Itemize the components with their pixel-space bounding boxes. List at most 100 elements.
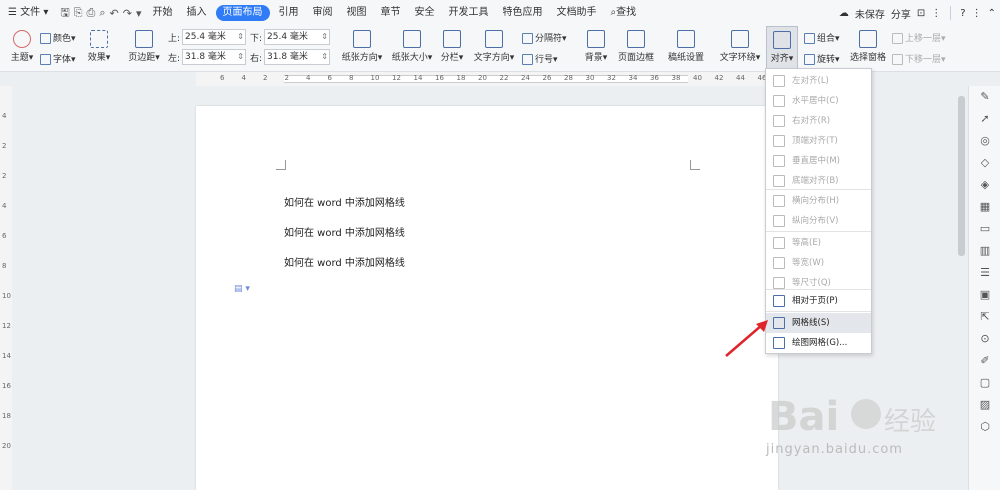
- search-button[interactable]: ⌕查找: [604, 0, 644, 26]
- more-icon[interactable]: ⋮: [931, 8, 941, 19]
- right-margin-label: 右:: [250, 54, 263, 64]
- export-side-icon[interactable]: ⇱: [969, 306, 1000, 328]
- background-label: 背景: [584, 53, 603, 63]
- ruler-label: 8: [2, 262, 7, 270]
- selection-pane-button[interactable]: 选择窗格: [848, 26, 888, 63]
- shield-icon[interactable]: ⬡: [969, 416, 1000, 438]
- chart-icon[interactable]: ▥: [969, 240, 1000, 262]
- unsaved-status[interactable]: 未保存: [855, 6, 885, 21]
- wrap-text-button[interactable]: 文字环绕▾: [716, 26, 764, 63]
- align-menu-item[interactable]: 纵向分布(V): [766, 211, 871, 231]
- doc-paragraph[interactable]: 如何在 word 中添加网格线: [284, 194, 405, 209]
- align-menu-item[interactable]: 底端对齐(B): [766, 171, 871, 191]
- export-icon[interactable]: ⎘: [74, 6, 83, 20]
- align-menu-item[interactable]: 等宽(W): [766, 253, 871, 273]
- group-button[interactable]: 组合▾: [804, 31, 840, 44]
- paragraph-layout-icon[interactable]: ▤ ▾: [234, 284, 250, 294]
- left-margin-input[interactable]: 31.8 毫米: [182, 49, 246, 65]
- table-icon[interactable]: ▦: [969, 196, 1000, 218]
- share-button[interactable]: 分享: [891, 6, 911, 21]
- group-label: 组合: [817, 34, 836, 44]
- manuscript-button[interactable]: 稿纸设置: [664, 26, 708, 63]
- cloud-icon[interactable]: ☁: [839, 8, 849, 19]
- line-numbers-button[interactable]: 行号▾: [522, 52, 558, 65]
- wrap-text-label: 文字环绕: [719, 53, 756, 63]
- align-menu-item[interactable]: 横向分布(H): [766, 191, 871, 211]
- archive-icon[interactable]: ▢: [969, 372, 1000, 394]
- tab-home[interactable]: 开始: [146, 0, 180, 26]
- margins-button[interactable]: 页边距▾: [126, 26, 162, 63]
- columns-button[interactable]: 分栏▾: [438, 26, 466, 63]
- dropdown-icon[interactable]: ▾: [136, 7, 142, 20]
- align-menu-item[interactable]: 水平居中(C): [766, 91, 871, 111]
- text-direction-label: 文字方向: [473, 53, 510, 63]
- doc-paragraph[interactable]: 如何在 word 中添加网格线: [284, 254, 405, 269]
- file-menu[interactable]: ☰ 文件 ▾: [0, 0, 56, 26]
- align-menu-item[interactable]: 绘图网格(G)...: [766, 333, 871, 353]
- align-menu-item[interactable]: 等尺寸(Q): [766, 273, 871, 293]
- ruler-label: 2: [284, 74, 289, 82]
- more-options-icon[interactable]: ⋮: [972, 8, 982, 19]
- tab-page-layout[interactable]: 页面布局: [215, 5, 270, 21]
- shapes-icon[interactable]: ◇: [969, 152, 1000, 174]
- rotate-button[interactable]: 旋转▾: [804, 52, 840, 65]
- align-menu-item[interactable]: 顶端对齐(T): [766, 131, 871, 151]
- select-icon[interactable]: ➚: [969, 108, 1000, 130]
- document-page[interactable]: 如何在 word 中添加网格线 如何在 word 中添加网格线 如何在 word…: [196, 106, 778, 490]
- tab-developer[interactable]: 开发工具: [442, 0, 496, 26]
- background-button[interactable]: 背景▾: [582, 26, 610, 63]
- align-menu-item[interactable]: 相对于页(P): [766, 291, 871, 311]
- save-icon[interactable]: 🖫: [60, 4, 69, 23]
- send-backward-button[interactable]: 下移一层▾: [892, 52, 946, 65]
- layers-icon[interactable]: ▭: [969, 218, 1000, 240]
- redo-icon[interactable]: ↷: [123, 7, 132, 20]
- tab-review[interactable]: 审阅: [306, 0, 340, 26]
- preview-icon[interactable]: ⌕: [99, 6, 105, 20]
- location-icon[interactable]: ◎: [969, 130, 1000, 152]
- bring-forward-button[interactable]: 上移一层▾: [892, 31, 946, 44]
- scrollbar-thumb[interactable]: [958, 96, 965, 256]
- collapse-ribbon-icon[interactable]: ⌃: [988, 8, 996, 19]
- image-icon[interactable]: ▨: [969, 394, 1000, 416]
- style-icon[interactable]: ✎: [969, 86, 1000, 108]
- align-menu-item[interactable]: 网格线(S): [766, 313, 871, 333]
- tab-chapter[interactable]: 章节: [374, 0, 408, 26]
- align-menu-item[interactable]: 右对齐(R): [766, 111, 871, 131]
- effects-button[interactable]: 效果▾: [84, 26, 114, 63]
- settings-icon[interactable]: ☰: [969, 262, 1000, 284]
- fonts-button[interactable]: 字体▾: [40, 52, 76, 65]
- tab-references[interactable]: 引用: [272, 0, 306, 26]
- print-icon[interactable]: ⎙: [87, 6, 96, 20]
- text-direction-button[interactable]: 文字方向▾: [470, 26, 518, 63]
- lock-icon[interactable]: ⊙: [969, 328, 1000, 350]
- tab-insert[interactable]: 插入: [180, 0, 214, 26]
- collapse-icon[interactable]: ⊡: [917, 8, 925, 19]
- tab-security[interactable]: 安全: [408, 0, 442, 26]
- align-button[interactable]: 对齐▾: [766, 26, 798, 70]
- document-icon[interactable]: ▣: [969, 284, 1000, 306]
- orientation-button[interactable]: 纸张方向▾: [338, 26, 386, 63]
- tab-doc-assistant[interactable]: 文档助手: [550, 0, 604, 26]
- align-menu-item[interactable]: 垂直居中(M): [766, 151, 871, 171]
- doc-paragraph[interactable]: 如何在 word 中添加网格线: [284, 224, 405, 239]
- tab-special[interactable]: 特色应用: [496, 0, 550, 26]
- page-border-button[interactable]: 页面边框: [614, 26, 658, 63]
- margin-corner-top-left: [276, 160, 286, 170]
- vertical-ruler[interactable]: 4 2 2 4 6 8 10 12 14 16 18 20: [0, 86, 12, 490]
- vertical-scrollbar[interactable]: [956, 86, 968, 490]
- colors-button[interactable]: 颜色▾: [40, 31, 76, 44]
- theme-button[interactable]: 主题▾: [6, 26, 38, 63]
- right-margin-input[interactable]: 31.8 毫米: [264, 49, 330, 65]
- tab-view[interactable]: 视图: [340, 0, 374, 26]
- edit-icon[interactable]: ✐: [969, 350, 1000, 372]
- bottom-margin-input[interactable]: 25.4 毫米: [264, 29, 330, 45]
- page-size-button[interactable]: 纸张大小▾: [388, 26, 436, 63]
- breaks-button[interactable]: 分隔符▾: [522, 31, 567, 44]
- property-icon[interactable]: ◈: [969, 174, 1000, 196]
- help-icon[interactable]: ?: [960, 8, 965, 19]
- horizontal-ruler[interactable]: 6 4 2 2 4 6 8 10 12 14 16 18 20 22 24 26 28 30 32 34 36 38 40 4…: [196, 72, 776, 86]
- align-menu-item[interactable]: 等高(E): [766, 233, 871, 253]
- top-margin-input[interactable]: 25.4 毫米: [182, 29, 246, 45]
- undo-icon[interactable]: ↶: [110, 7, 119, 20]
- align-menu-item[interactable]: 左对齐(L): [766, 71, 871, 91]
